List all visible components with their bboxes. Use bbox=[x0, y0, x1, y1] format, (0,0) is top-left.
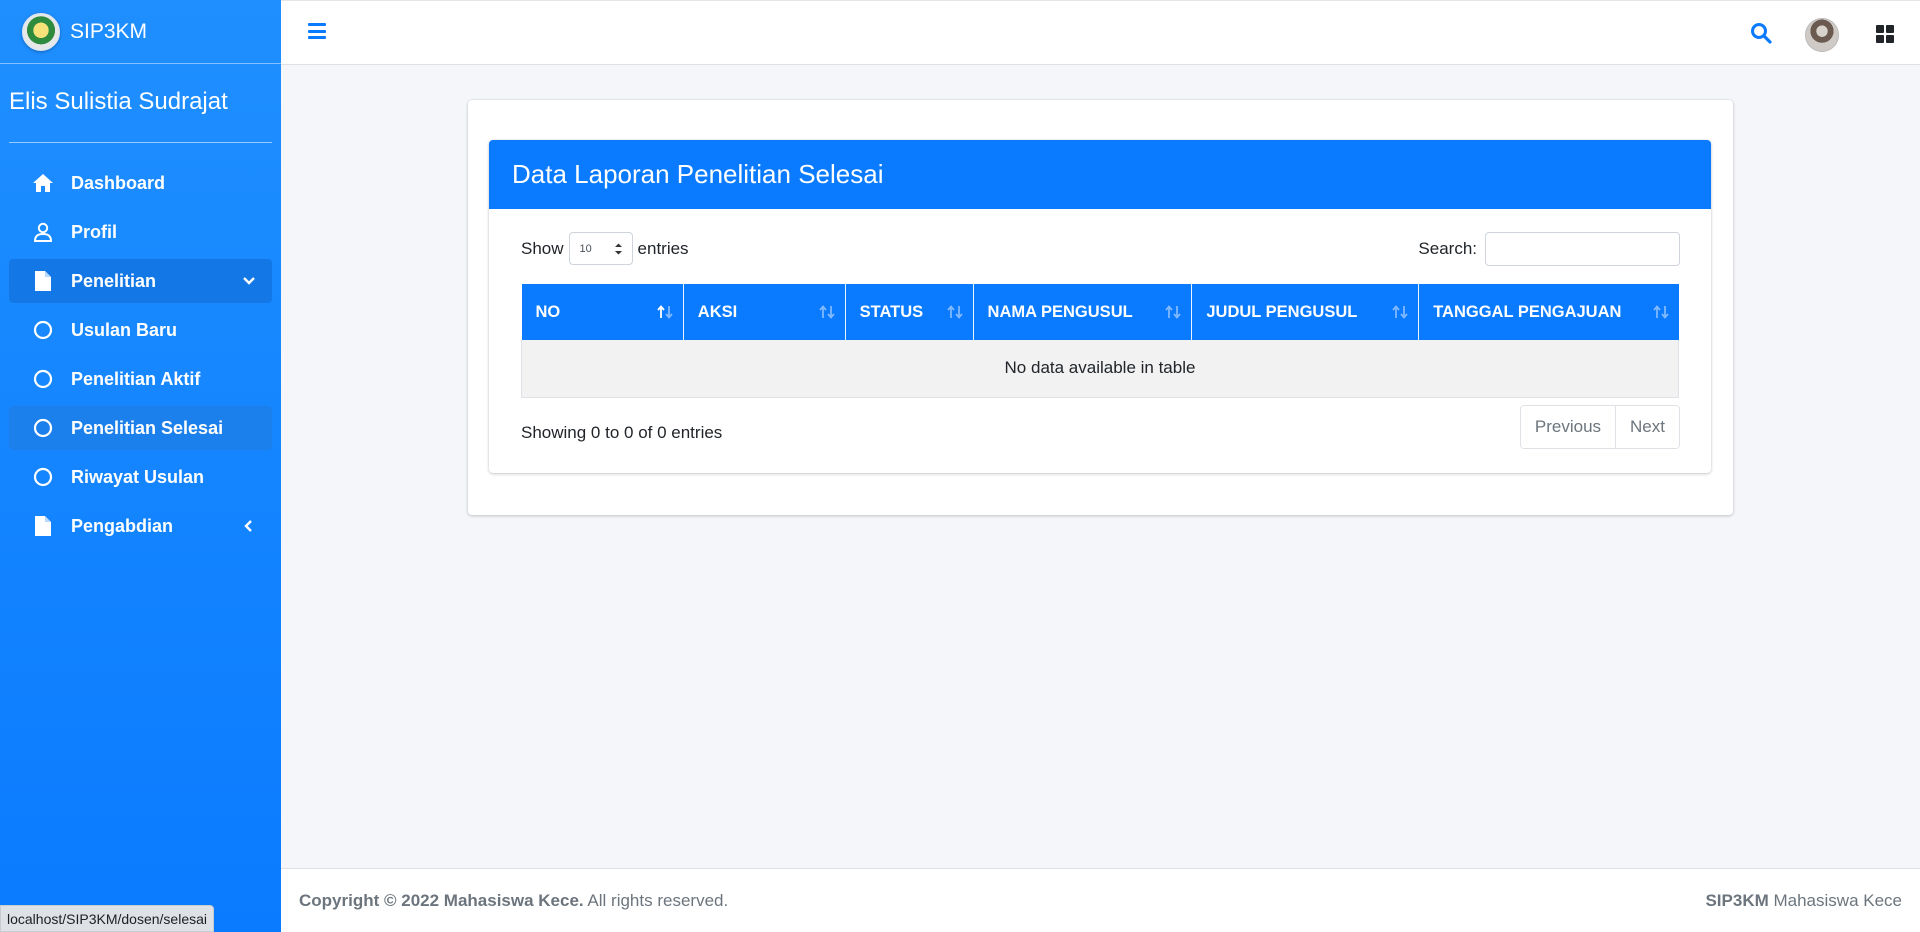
circle-icon bbox=[31, 319, 55, 341]
sidebar-item-profil[interactable]: Profil bbox=[9, 210, 272, 254]
previous-button[interactable]: Previous bbox=[1520, 406, 1616, 448]
sidebar-item-dashboard[interactable]: Dashboard bbox=[9, 161, 272, 205]
sidebar-item-label: Penelitian Selesai bbox=[71, 417, 224, 438]
column-header-status[interactable]: STATUS bbox=[845, 284, 974, 340]
browser-status-url: localhost/SIP3KM/dosen/selesai bbox=[0, 905, 214, 932]
user-icon bbox=[31, 221, 55, 243]
chevron-down-icon bbox=[243, 277, 255, 285]
sidebar-item-penelitian-selesai[interactable]: Penelitian Selesai bbox=[9, 406, 272, 450]
sort-icon bbox=[818, 305, 835, 319]
sidebar-item-penelitian-aktif[interactable]: Penelitian Aktif bbox=[9, 357, 272, 401]
entries-length-control: Show 10 entries bbox=[521, 232, 689, 265]
sidebar-item-usulan-baru[interactable]: Usulan Baru bbox=[9, 308, 272, 352]
topbar bbox=[281, 0, 1920, 65]
table-search: Search: bbox=[1418, 232, 1680, 266]
brand-logo bbox=[22, 12, 60, 51]
card-header: Data Laporan Penelitian Selesai bbox=[489, 140, 1711, 209]
sidebar-item-label: Usulan Baru bbox=[71, 319, 178, 340]
user-avatar[interactable] bbox=[1805, 18, 1839, 52]
sort-icon bbox=[1392, 305, 1408, 319]
footer-brand-rest: Mahasiswa Kece bbox=[1768, 890, 1902, 910]
column-header-no[interactable]: NO bbox=[521, 284, 684, 340]
sidebar: SIP3KM Elis Sulistia Sudrajat Dashboard … bbox=[0, 0, 281, 932]
home-icon bbox=[31, 172, 55, 194]
next-button[interactable]: Next bbox=[1615, 406, 1679, 448]
sidebar-item-label: Penelitian bbox=[71, 270, 157, 291]
user-name[interactable]: Elis Sulistia Sudrajat bbox=[9, 88, 263, 116]
column-header-tanggal-pengajuan[interactable]: TANGGAL PENGAJUAN bbox=[1418, 284, 1679, 340]
sidebar-item-label: Dashboard bbox=[71, 172, 166, 193]
table-row: No data available in table bbox=[521, 340, 1679, 398]
data-table: NO AKSI STATUS NAMA PENGUSUL JUDUL PENGU… bbox=[521, 284, 1679, 398]
column-header-judul-pengusul[interactable]: JUDUL PENGUSUL bbox=[1191, 284, 1420, 340]
table-info: Showing 0 to 0 of 0 entries bbox=[521, 423, 723, 442]
entries-select[interactable]: 10 bbox=[568, 232, 633, 265]
sidebar-nav: Dashboard Profil Penelitian Usulan Baru bbox=[0, 143, 281, 548]
sidebar-item-label: Penelitian Aktif bbox=[71, 368, 201, 389]
select-caret-icon bbox=[614, 243, 622, 255]
length-suffix: entries bbox=[637, 238, 689, 258]
column-header-aksi[interactable]: AKSI bbox=[683, 284, 846, 340]
sort-icon bbox=[1652, 305, 1669, 319]
file-icon bbox=[31, 515, 55, 537]
sidebar-item-penelitian[interactable]: Penelitian bbox=[9, 259, 272, 303]
sidebar-item-pengabdian[interactable]: Pengabdian bbox=[9, 504, 272, 548]
sidebar-item-label: Profil bbox=[71, 221, 118, 242]
card-title: Data Laporan Penelitian Selesai bbox=[512, 159, 884, 189]
footer-brand-strong: SIP3KM bbox=[1705, 890, 1769, 910]
sort-icon bbox=[1165, 305, 1182, 319]
user-panel: Elis Sulistia Sudrajat bbox=[9, 64, 272, 143]
sidebar-item-label: Pengabdian bbox=[71, 515, 174, 536]
length-prefix: Show bbox=[521, 238, 564, 258]
footer-brand: SIP3KM Mahasiswa Kece bbox=[1705, 891, 1902, 911]
menu-icon[interactable] bbox=[308, 23, 326, 39]
sidebar-item-riwayat-usulan[interactable]: Riwayat Usulan bbox=[9, 455, 272, 499]
table-header-row: NO AKSI STATUS NAMA PENGUSUL JUDUL PENGU… bbox=[521, 284, 1679, 340]
search-icon[interactable] bbox=[1750, 22, 1772, 44]
entries-select-value: 10 bbox=[579, 242, 592, 255]
copyright-rest: All rights reserved. bbox=[583, 890, 729, 910]
apps-grid-icon[interactable] bbox=[1876, 25, 1894, 43]
circle-icon bbox=[31, 368, 55, 390]
chevron-left-icon bbox=[244, 520, 252, 532]
empty-table-message: No data available in table bbox=[521, 340, 1679, 398]
sort-icon bbox=[946, 305, 963, 319]
file-icon bbox=[31, 270, 55, 292]
footer: Copyright © 2022 Mahasiswa Kece. All rig… bbox=[281, 868, 1920, 932]
search-label: Search: bbox=[1418, 239, 1477, 258]
brand-text: SIP3KM bbox=[70, 19, 148, 43]
sort-asc-icon bbox=[657, 305, 673, 319]
column-header-nama-pengusul[interactable]: NAMA PENGUSUL bbox=[973, 284, 1193, 340]
search-input[interactable] bbox=[1485, 232, 1680, 266]
circle-icon bbox=[31, 417, 55, 439]
circle-icon bbox=[31, 466, 55, 488]
pagination: Previous Next bbox=[1519, 405, 1680, 449]
data-card: Data Laporan Penelitian Selesai Show 10 … bbox=[489, 140, 1711, 473]
content-wrapper-card: Data Laporan Penelitian Selesai Show 10 … bbox=[468, 100, 1733, 515]
footer-copyright: Copyright © 2022 Mahasiswa Kece. All rig… bbox=[299, 891, 728, 911]
brand-link[interactable]: SIP3KM bbox=[0, 0, 281, 64]
copyright-strong: Copyright © 2022 Mahasiswa Kece. bbox=[299, 890, 584, 910]
sidebar-item-label: Riwayat Usulan bbox=[71, 466, 205, 487]
